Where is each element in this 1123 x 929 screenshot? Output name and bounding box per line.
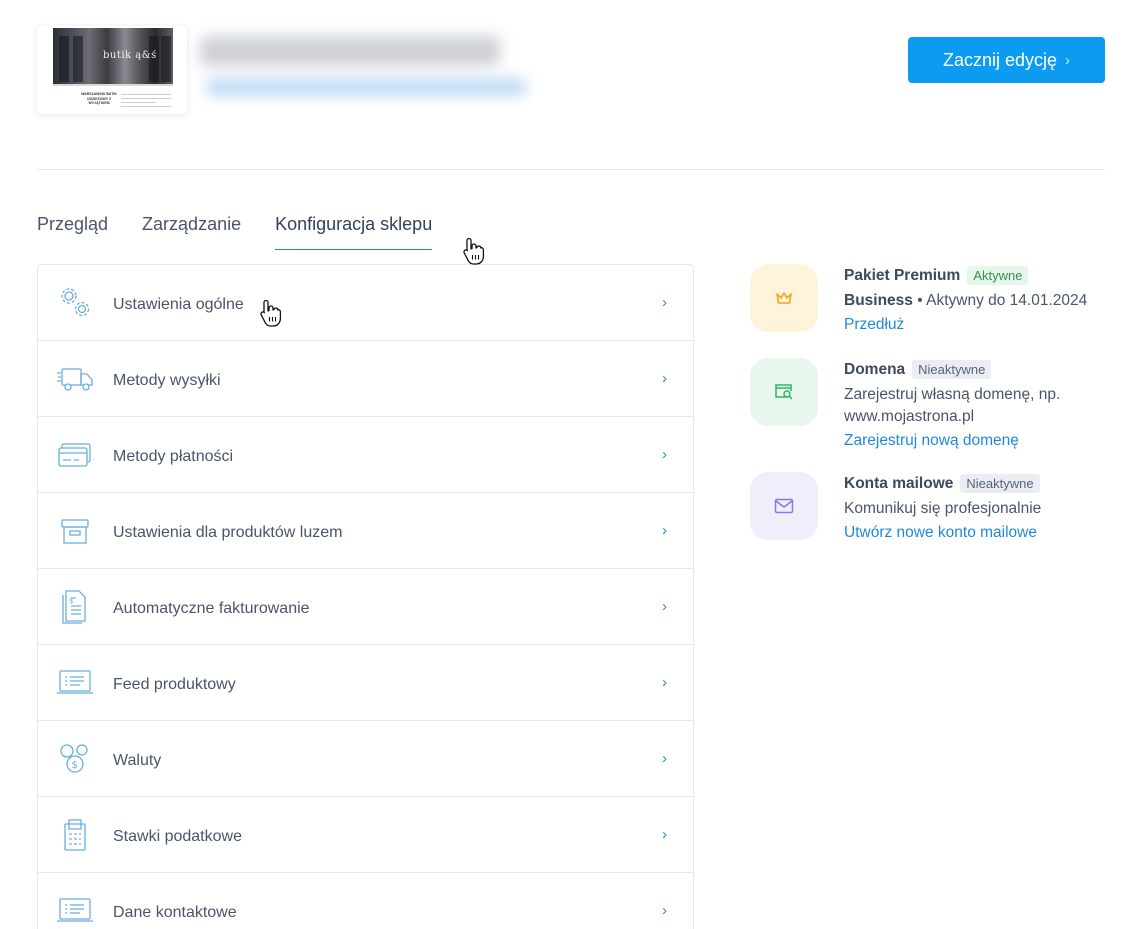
thumbnail-caption: WARSZAWSKI BUTIK ODZIEŻOWY Z WYJĄTKIEM	[81, 92, 117, 105]
settings-list: Ustawienia ogólne › Metody wysyłki › Met…	[37, 264, 694, 929]
domain-name: Domena	[844, 360, 906, 378]
tab-management[interactable]: Zarządzanie	[142, 212, 241, 250]
site-url-blurred[interactable]	[206, 78, 526, 96]
mail-accounts-name: Konta mailowe	[844, 474, 954, 492]
chevron-right-icon: ›	[662, 598, 667, 615]
thumbnail-photo: butik ą&ś	[53, 28, 173, 84]
settings-row-general[interactable]: Ustawienia ogólne ›	[38, 265, 693, 341]
mail-accounts-card: Konta mailowe Nieaktywne Komunikuj się p…	[750, 472, 1110, 562]
renew-link[interactable]: Przedłuż	[844, 316, 904, 334]
truck-icon	[56, 361, 94, 397]
status-badge: Nieaktywne	[960, 474, 1040, 493]
box-icon	[56, 513, 94, 549]
mail-description: Komunikuj się profesjonalnie	[844, 500, 1042, 517]
payment-card-icon	[56, 437, 94, 473]
premium-package-card: Pakiet Premium Aktywne Business • Aktywn…	[750, 264, 1110, 354]
settings-row-label: Automatyczne fakturowanie	[113, 600, 310, 617]
settings-row-label: Waluty	[113, 752, 162, 769]
tab-bar: Przegląd Zarządzanie Konfiguracja sklepu	[37, 212, 433, 250]
thumbnail-logo: butik ą&ś	[103, 50, 157, 61]
settings-row-label: Feed produktowy	[113, 676, 236, 693]
gears-icon	[56, 285, 94, 321]
feed-list-icon	[56, 665, 94, 701]
settings-row-shipping[interactable]: Metody wysyłki ›	[38, 341, 693, 417]
create-mail-account-link[interactable]: Utwórz nowe konto mailowe	[844, 524, 1037, 542]
chevron-right-icon: ›	[662, 446, 667, 463]
tab-overview[interactable]: Przegląd	[37, 212, 108, 250]
status-badge: Aktywne	[967, 266, 1029, 285]
chevron-right-icon: ›	[662, 750, 667, 767]
settings-row-product-feed[interactable]: Feed produktowy ›	[38, 645, 693, 721]
register-domain-link[interactable]: Zarejestruj nową domenę	[844, 432, 1019, 450]
site-thumbnail[interactable]: butik ą&ś WARSZAWSKI BUTIK ODZIEŻOWY Z W…	[37, 26, 187, 114]
tab-shop-configuration[interactable]: Konfiguracja sklepu	[275, 212, 433, 250]
settings-row-label: Metody wysyłki	[113, 372, 221, 389]
settings-row-contact-data[interactable]: Dane kontaktowe ›	[38, 873, 693, 929]
site-title-blurred	[200, 36, 500, 66]
premium-package-name: Pakiet Premium	[844, 266, 961, 284]
calculator-icon	[56, 817, 94, 853]
domain-card: Domena Nieaktywne Zarejestruj własną dom…	[750, 358, 1110, 450]
settings-row-label: Dane kontaktowe	[113, 904, 237, 921]
settings-row-label: Stawki podatkowe	[113, 828, 242, 845]
domain-description: Zarejestruj własną domenę, np. www.mojas…	[844, 386, 1061, 425]
premium-plan-name: Business	[844, 292, 913, 309]
chevron-right-icon: ›	[662, 294, 667, 311]
hand-pointer-cursor-icon	[463, 237, 485, 265]
invoice-icon: $	[56, 589, 94, 625]
start-editing-label: Zacznij edycję	[942, 49, 1058, 70]
currency-coins-icon: $	[56, 741, 94, 777]
settings-row-currencies[interactable]: $ Waluty ›	[38, 721, 693, 797]
premium-status: • Aktywny do 14.01.2024	[912, 292, 1088, 309]
svg-text:$: $	[72, 760, 78, 771]
header-divider	[37, 169, 1105, 170]
settings-row-bulk-products[interactable]: Ustawienia dla produktów luzem ›	[38, 493, 693, 569]
settings-row-payment[interactable]: Metody płatności ›	[38, 417, 693, 493]
start-editing-button[interactable]: Zacznij edycję ›	[908, 37, 1105, 83]
chevron-right-icon: ›	[662, 902, 667, 919]
domain-search-icon	[750, 358, 818, 426]
chevron-right-icon: ›	[662, 826, 667, 843]
chevron-right-icon: ›	[662, 370, 667, 387]
chevron-right-icon: ›	[662, 522, 667, 539]
status-badge: Nieaktywne	[912, 360, 992, 379]
settings-row-invoicing[interactable]: $ Automatyczne fakturowanie ›	[38, 569, 693, 645]
crown-icon	[750, 264, 818, 332]
chevron-right-icon: ›	[662, 674, 667, 691]
settings-row-label: Ustawienia ogólne	[113, 296, 244, 313]
thumbnail-lines	[121, 94, 171, 110]
settings-row-label: Metody płatności	[113, 448, 234, 465]
svg-text:$: $	[69, 597, 73, 605]
chevron-right-icon: ›	[1065, 51, 1071, 69]
settings-row-label: Ustawienia dla produktów luzem	[113, 524, 343, 541]
settings-row-tax-rates[interactable]: Stawki podatkowe ›	[38, 797, 693, 873]
contact-list-icon	[56, 893, 94, 929]
hand-pointer-cursor-icon	[260, 299, 282, 327]
envelope-icon	[750, 472, 818, 540]
